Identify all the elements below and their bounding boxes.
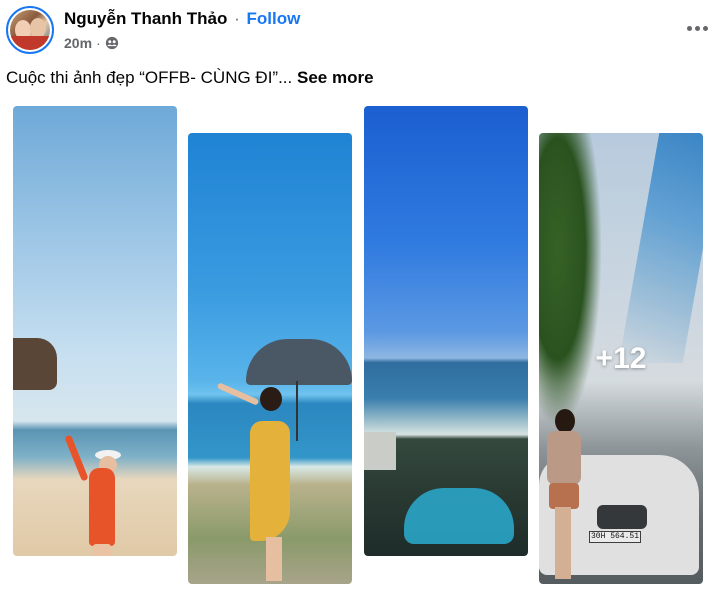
umbrella-pole [296,381,298,441]
orange-dress [89,468,115,546]
photo-beach-orange-dress[interactable] [13,106,177,556]
author-row: Nguyễn Thanh Thảo · Follow [64,9,300,29]
avatar-shirt [10,36,50,50]
author-avatar[interactable] [6,6,54,54]
swimming-pool [404,488,514,544]
photo-seaside-resort[interactable] [364,106,528,556]
more-photos-count: +12 [595,341,647,375]
caption-text: Cuộc thi ảnh đẹp “OFFB- CÙNG ĐI”... [6,68,293,87]
person-legs [93,544,111,556]
meta-separator: · [96,35,101,51]
author-name[interactable]: Nguyễn Thanh Thảo [64,9,227,28]
follow-button[interactable]: Follow [247,9,301,28]
photo-car-more[interactable]: 30H 564.51 +12 [539,133,703,584]
post-timestamp[interactable]: 20m [64,35,92,51]
avatar-face-right [30,18,46,38]
post-meta: 20m · [64,35,119,51]
umbrella [246,339,352,385]
person-head [260,387,282,411]
friends-icon[interactable] [105,36,119,50]
dot [702,25,708,31]
more-dots-icon[interactable] [685,18,709,38]
rock [13,338,57,390]
post-caption: Cuộc thi ảnh đẹp “OFFB- CÙNG ĐI”... See … [6,68,374,88]
more-photos-overlay[interactable]: +12 [539,133,703,584]
dot [694,25,700,31]
avatar-image [10,10,50,50]
resort-building [364,432,396,470]
person-legs [266,537,282,581]
photo-umbrella-yellow-dress[interactable] [188,133,352,584]
post-header: Nguyễn Thanh Thảo · Follow 20m · [6,6,711,58]
raised-arm [64,434,89,482]
name-separator: · [234,9,240,28]
see-more-link[interactable]: See more [297,68,374,87]
yellow-dress [250,421,290,541]
dot [686,25,692,31]
raised-arm [216,382,260,406]
